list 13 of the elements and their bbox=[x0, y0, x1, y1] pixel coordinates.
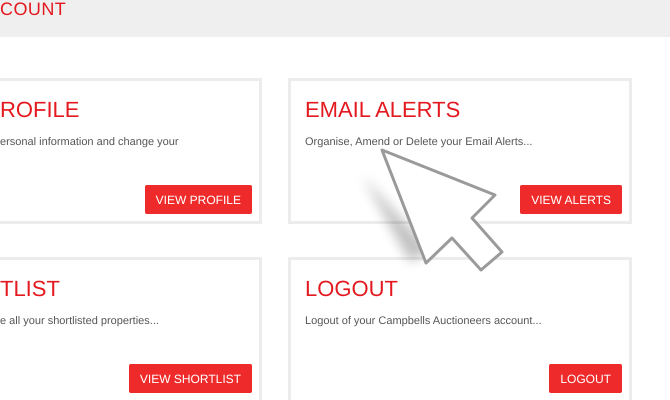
card-title: TLIST bbox=[0, 276, 61, 302]
card-title: EMAIL ALERTS bbox=[305, 97, 462, 123]
card-description: ersonal information and change your bbox=[0, 135, 180, 149]
card-button[interactable]: LOGOUT bbox=[549, 364, 622, 393]
page-title: COUNT bbox=[0, 0, 66, 18]
card-description: Logout of your Campbells Auctioneers account... bbox=[305, 314, 543, 328]
card-description: Organise, Amend or Delete your Email Alerts... bbox=[305, 135, 534, 149]
card-title: ROFILE bbox=[0, 97, 80, 123]
card-button[interactable]: VIEW ALERTS bbox=[520, 185, 622, 214]
card-button[interactable]: VIEW SHORTLIST bbox=[128, 364, 252, 393]
card-description: e all your shortlisted properties... bbox=[0, 314, 160, 328]
card-title: LOGOUT bbox=[305, 276, 399, 302]
card-button[interactable]: VIEW PROFILE bbox=[144, 185, 252, 214]
